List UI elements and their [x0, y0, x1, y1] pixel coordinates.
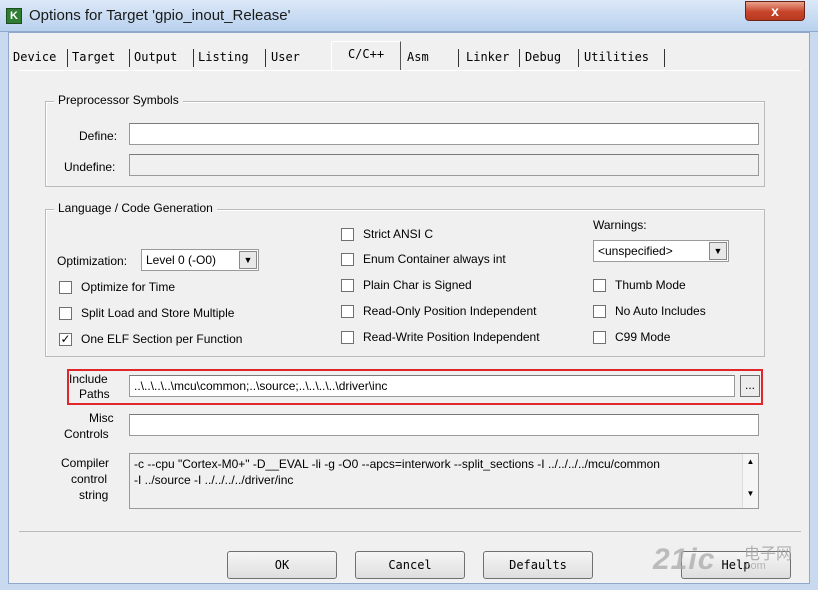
undefine-field[interactable] [129, 154, 759, 176]
group-title: Preprocessor Symbols [54, 93, 183, 107]
checkbox-label: Optimize for Time [81, 280, 176, 294]
checkbox-label: Strict ANSI C [363, 227, 434, 241]
compiler-label-line1: Compiler [61, 456, 110, 470]
group-title: Language / Code Generation [54, 201, 217, 215]
checkbox-no-auto-includes[interactable] [593, 305, 606, 318]
checkbox-ropi[interactable] [341, 305, 354, 318]
watermark-url: .com [742, 560, 766, 572]
define-field[interactable] [129, 123, 759, 145]
optimization-label: Optimization: [57, 254, 128, 268]
define-label: Define: [79, 129, 118, 143]
tab-separator [664, 49, 665, 67]
include-label-line2: Paths [79, 387, 110, 401]
tab-c-cpp[interactable]: C/C++ [331, 41, 401, 71]
warnings-select[interactable]: <unspecified> ▼ [593, 240, 729, 262]
checkbox-one-elf-section[interactable]: ✓ [59, 333, 72, 346]
checkbox-label: Plain Char is Signed [363, 278, 472, 292]
checkbox-label: C99 Mode [615, 330, 671, 344]
tab-separator [67, 49, 68, 67]
optimization-select[interactable]: Level 0 (-O0) ▼ [141, 249, 259, 271]
tab-separator [193, 49, 194, 67]
checkbox-strict-ansi-c[interactable] [341, 228, 354, 241]
misc-controls-field[interactable] [129, 414, 759, 436]
tab-separator [265, 49, 266, 67]
compiler-label-line3: string [79, 488, 109, 502]
tab-separator [458, 49, 459, 67]
ok-button[interactable]: OK [227, 551, 337, 579]
undefine-label: Undefine: [64, 160, 116, 174]
chevron-down-icon[interactable]: ▼ [709, 242, 727, 260]
checkbox-optimize-for-time[interactable] [59, 281, 72, 294]
checkbox-thumb-mode[interactable] [593, 279, 606, 292]
close-button[interactable]: x [745, 1, 805, 21]
checkbox-label: Read-Write Position Independent [363, 330, 540, 344]
watermark-logo: 21ic [653, 543, 716, 576]
warnings-value: <unspecified> [598, 244, 673, 258]
checkbox-label: Thumb Mode [615, 278, 686, 292]
checkbox-label: No Auto Includes [615, 304, 706, 318]
checkbox-enum-container[interactable] [341, 253, 354, 266]
checkbox-label: One ELF Section per Function [81, 332, 243, 346]
include-label-line1: Include [69, 372, 108, 386]
tab-separator [519, 49, 520, 67]
checkbox-label: Enum Container always int [363, 252, 506, 266]
tab-asm[interactable]: Asm [407, 47, 447, 69]
checkbox-split-load-store[interactable] [59, 307, 72, 320]
tab-separator [129, 49, 130, 67]
optimization-value: Level 0 (-O0) [146, 253, 217, 267]
cancel-button[interactable]: Cancel [355, 551, 465, 579]
include-paths-field[interactable]: ..\..\..\..\mcu\common;..\source;..\..\.… [129, 375, 735, 397]
options-dialog: Device Target Output Listing User C/C++ … [8, 32, 810, 584]
tab-linker[interactable]: Linker [466, 47, 518, 69]
tab-debug[interactable]: Debug [525, 47, 577, 69]
misc-label-line1: Misc [89, 411, 114, 425]
misc-label-line2: Controls [64, 427, 109, 441]
checkbox-rwpi[interactable] [341, 331, 354, 344]
browse-button[interactable]: ... [740, 375, 760, 397]
tab-separator [578, 49, 579, 67]
tab-device[interactable]: Device [13, 47, 65, 69]
checkbox-label: Read-Only Position Independent [363, 304, 537, 318]
tab-output[interactable]: Output [134, 47, 192, 69]
footer-divider [19, 531, 801, 532]
tab-user[interactable]: User [271, 47, 311, 69]
compiler-label-line2: control [71, 472, 108, 486]
compiler-string-line: -c --cpu "Cortex-M0+" -D__EVAL -li -g -O… [134, 457, 660, 471]
tab-utilities[interactable]: Utilities [584, 47, 666, 69]
compiler-control-string[interactable]: -c --cpu "Cortex-M0+" -D__EVAL -li -g -O… [129, 453, 759, 509]
tab-panel-edge [19, 70, 801, 71]
checkbox-c99-mode[interactable] [593, 331, 606, 344]
checkbox-label: Split Load and Store Multiple [81, 306, 235, 320]
app-icon: K [6, 8, 22, 24]
window-title: Options for Target 'gpio_inout_Release' [29, 7, 291, 24]
tab-listing[interactable]: Listing [198, 47, 264, 69]
scrollbar[interactable]: ▲ ▼ [742, 454, 758, 508]
title-bar[interactable]: K Options for Target 'gpio_inout_Release… [0, 0, 818, 32]
defaults-button[interactable]: Defaults [483, 551, 593, 579]
tab-strip: Device Target Output Listing User C/C++ … [9, 41, 809, 71]
checkbox-plain-char-signed[interactable] [341, 279, 354, 292]
chevron-down-icon[interactable]: ▼ [239, 251, 257, 269]
compiler-string-line: -I ../source -I ../../../../driver/inc [134, 473, 294, 487]
tab-target[interactable]: Target [72, 47, 130, 69]
warnings-label: Warnings: [593, 218, 647, 232]
